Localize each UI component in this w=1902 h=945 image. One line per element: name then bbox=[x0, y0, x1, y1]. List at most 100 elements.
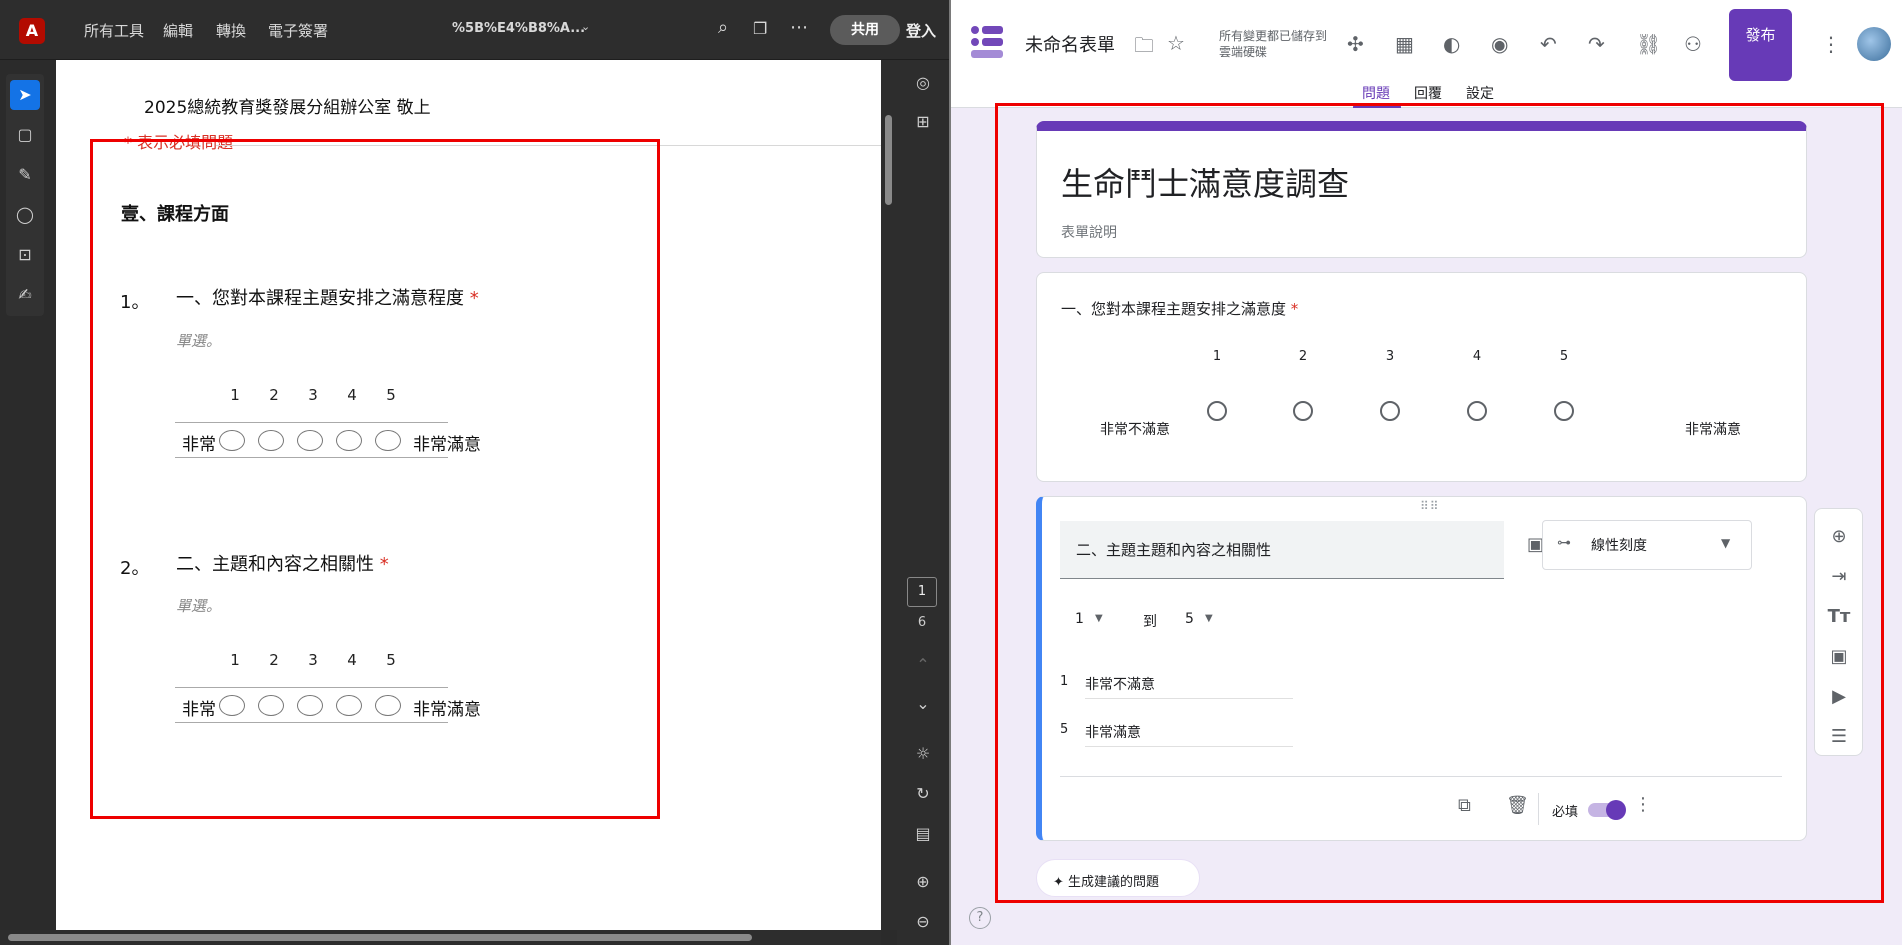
radio-option[interactable] bbox=[375, 430, 401, 451]
low-label-input[interactable]: 非常不滿意 bbox=[1085, 674, 1293, 699]
form-document-title[interactable]: 未命名表單 bbox=[1025, 31, 1115, 57]
question-card-1[interactable]: 一、您對本課程主題安排之滿意度 * 1 2 3 4 5 非常不滿意 非常滿意 bbox=[1036, 272, 1807, 482]
add-video-icon[interactable]: ▶ bbox=[1827, 685, 1851, 709]
radio-option[interactable] bbox=[1467, 401, 1487, 421]
more-vert-icon[interactable]: ⋮ bbox=[1821, 32, 1841, 56]
scale-number: 3 bbox=[308, 651, 318, 669]
tab-responses[interactable]: 回覆 bbox=[1414, 83, 1442, 103]
text-box-icon[interactable]: ⊡ bbox=[10, 240, 40, 270]
star-icon[interactable]: ☆ bbox=[1167, 31, 1185, 55]
chevron-down-icon[interactable]: ⌄ bbox=[909, 690, 937, 718]
floating-toolbar: ⊕ ⇥ Tт ▣ ▶ ☰ bbox=[1814, 508, 1863, 756]
form-description[interactable]: 表單說明 bbox=[1061, 222, 1117, 242]
redo-icon[interactable]: ↷ bbox=[1588, 32, 1605, 56]
grid-icon[interactable]: ⊞ bbox=[909, 108, 937, 136]
dropdown-caret-icon[interactable]: ▼ bbox=[1205, 613, 1213, 624]
radio-option[interactable] bbox=[1554, 401, 1574, 421]
range-to-select[interactable]: 5 bbox=[1185, 611, 1194, 627]
radio-option[interactable] bbox=[219, 430, 245, 451]
zoom-in-icon[interactable]: ⊕ bbox=[909, 868, 937, 896]
horizontal-scrollbar-thumb[interactable] bbox=[8, 934, 752, 941]
menu-edit[interactable]: 編輯 bbox=[163, 20, 193, 41]
radio-option[interactable] bbox=[219, 695, 245, 716]
question-text: 一、您對本課程主題安排之滿意度 bbox=[1061, 300, 1287, 318]
question-card-2[interactable]: ⠿⠿ 二、主題主題和內容之相關性 ▣ ⊶ 線性刻度 ▼ 1 ▼ 到 5 ▼ 1 … bbox=[1036, 496, 1807, 841]
ai-assistant-icon[interactable]: ◎ bbox=[909, 69, 937, 97]
zoom-out-icon[interactable]: ⊖ bbox=[909, 908, 937, 936]
radio-option[interactable] bbox=[258, 430, 284, 451]
delete-icon[interactable]: 🗑 bbox=[1506, 795, 1529, 816]
pages-icon[interactable]: ❐ bbox=[753, 19, 767, 38]
forms-logo-icon[interactable] bbox=[971, 26, 1003, 58]
scale-number: 5 bbox=[386, 386, 396, 404]
radio-option[interactable] bbox=[1293, 401, 1313, 421]
undo-icon[interactable]: ↶ bbox=[1540, 32, 1557, 56]
duplicate-icon[interactable]: ⧉ bbox=[1458, 795, 1471, 816]
add-question-icon[interactable]: ⊕ bbox=[1827, 525, 1851, 549]
generate-suggestions-button[interactable]: ✦ 生成建議的問題 bbox=[1036, 859, 1200, 897]
palette-icon[interactable]: ◐ bbox=[1443, 32, 1460, 56]
link-icon[interactable]: ⛓ bbox=[1636, 32, 1661, 56]
help-icon[interactable]: ? bbox=[969, 907, 991, 929]
comment-icon[interactable]: ▢ bbox=[10, 120, 40, 150]
required-toggle[interactable] bbox=[1588, 800, 1626, 820]
menu-esign[interactable]: 電子簽署 bbox=[268, 20, 328, 41]
scale-low-label: 非常不滿意 bbox=[182, 435, 216, 455]
doc-question-number: 2。 bbox=[120, 558, 150, 579]
template-icon[interactable]: ▦ bbox=[1395, 32, 1414, 56]
form-title[interactable]: 生命鬥士滿意度調查 bbox=[1061, 159, 1349, 205]
add-image-icon[interactable]: ▣ bbox=[1827, 645, 1851, 669]
radio-option[interactable] bbox=[336, 430, 362, 451]
preview-eye-icon[interactable]: ◉ bbox=[1491, 32, 1508, 56]
pen-icon[interactable]: ✎ bbox=[10, 160, 40, 190]
scale-number: 4 bbox=[347, 386, 357, 404]
radio-option[interactable] bbox=[1207, 401, 1227, 421]
search-icon[interactable]: ⌕ bbox=[718, 17, 728, 38]
avatar[interactable] bbox=[1857, 27, 1891, 61]
radio-option[interactable] bbox=[375, 695, 401, 716]
tab-questions[interactable]: 問題 bbox=[1362, 83, 1390, 103]
login-button[interactable]: 登入 bbox=[906, 20, 936, 41]
scale-low-label: 非常不滿意 bbox=[1100, 422, 1170, 438]
rotate-icon[interactable]: ↻ bbox=[909, 780, 937, 808]
menu-convert[interactable]: 轉換 bbox=[216, 20, 246, 41]
tab-settings[interactable]: 設定 bbox=[1466, 83, 1494, 103]
folder-icon[interactable]: 🗀 bbox=[1134, 31, 1154, 65]
radio-option[interactable] bbox=[258, 695, 284, 716]
share-button[interactable]: 共用 bbox=[830, 15, 900, 45]
addons-icon[interactable]: ✣ bbox=[1347, 32, 1364, 56]
sign-icon[interactable]: ✍ bbox=[10, 280, 40, 310]
add-title-icon[interactable]: Tт bbox=[1827, 605, 1851, 629]
question-title-input[interactable]: 二、主題主題和內容之相關性 bbox=[1060, 521, 1504, 579]
document-filename[interactable]: %5B%E4%B8%A... bbox=[452, 21, 585, 36]
select-cursor-icon[interactable]: ➤ bbox=[10, 80, 40, 110]
range-from-select[interactable]: 1 bbox=[1075, 611, 1084, 627]
more-vert-icon[interactable]: ⋮ bbox=[1634, 794, 1652, 815]
page-number-input[interactable]: 1 bbox=[907, 577, 937, 607]
chevron-up-icon[interactable]: ⌃ bbox=[909, 651, 937, 679]
radio-option[interactable] bbox=[1380, 401, 1400, 421]
form-title-card[interactable]: 生命鬥士滿意度調查 表單說明 bbox=[1036, 121, 1807, 258]
scrollbar-thumb[interactable] bbox=[885, 115, 892, 205]
high-label-input[interactable]: 非常滿意 bbox=[1085, 722, 1293, 747]
more-icon[interactable]: ⋯ bbox=[790, 17, 808, 38]
menu-all-tools[interactable]: 所有工具 bbox=[84, 20, 144, 41]
add-section-icon[interactable]: ☰ bbox=[1827, 725, 1851, 749]
chevron-down-icon[interactable]: ⌄ bbox=[581, 20, 590, 33]
scale-number: 2 bbox=[269, 651, 279, 669]
radio-option[interactable] bbox=[297, 430, 323, 451]
question-type-select[interactable]: ⊶ 線性刻度 ▼ bbox=[1542, 520, 1752, 570]
scale-number: 4 bbox=[1472, 349, 1482, 364]
dropdown-caret-icon[interactable]: ▼ bbox=[1095, 613, 1103, 624]
add-collaborator-icon[interactable]: ⚇ bbox=[1684, 32, 1702, 56]
lasso-icon[interactable]: ◯ bbox=[10, 200, 40, 230]
radio-option[interactable] bbox=[297, 695, 323, 716]
publish-button[interactable]: 發布 bbox=[1729, 9, 1792, 81]
import-questions-icon[interactable]: ⇥ bbox=[1827, 565, 1851, 589]
doc-question-title: 一、您對本課程主題安排之滿意程度 * bbox=[176, 284, 479, 310]
drag-handle-icon[interactable]: ⠿⠿ bbox=[1420, 499, 1440, 513]
radio-option[interactable] bbox=[336, 695, 362, 716]
page-extract-icon[interactable]: ▤ bbox=[909, 820, 937, 848]
label-number: 1 bbox=[1060, 674, 1069, 689]
brightness-icon[interactable]: ☼ bbox=[909, 740, 937, 768]
